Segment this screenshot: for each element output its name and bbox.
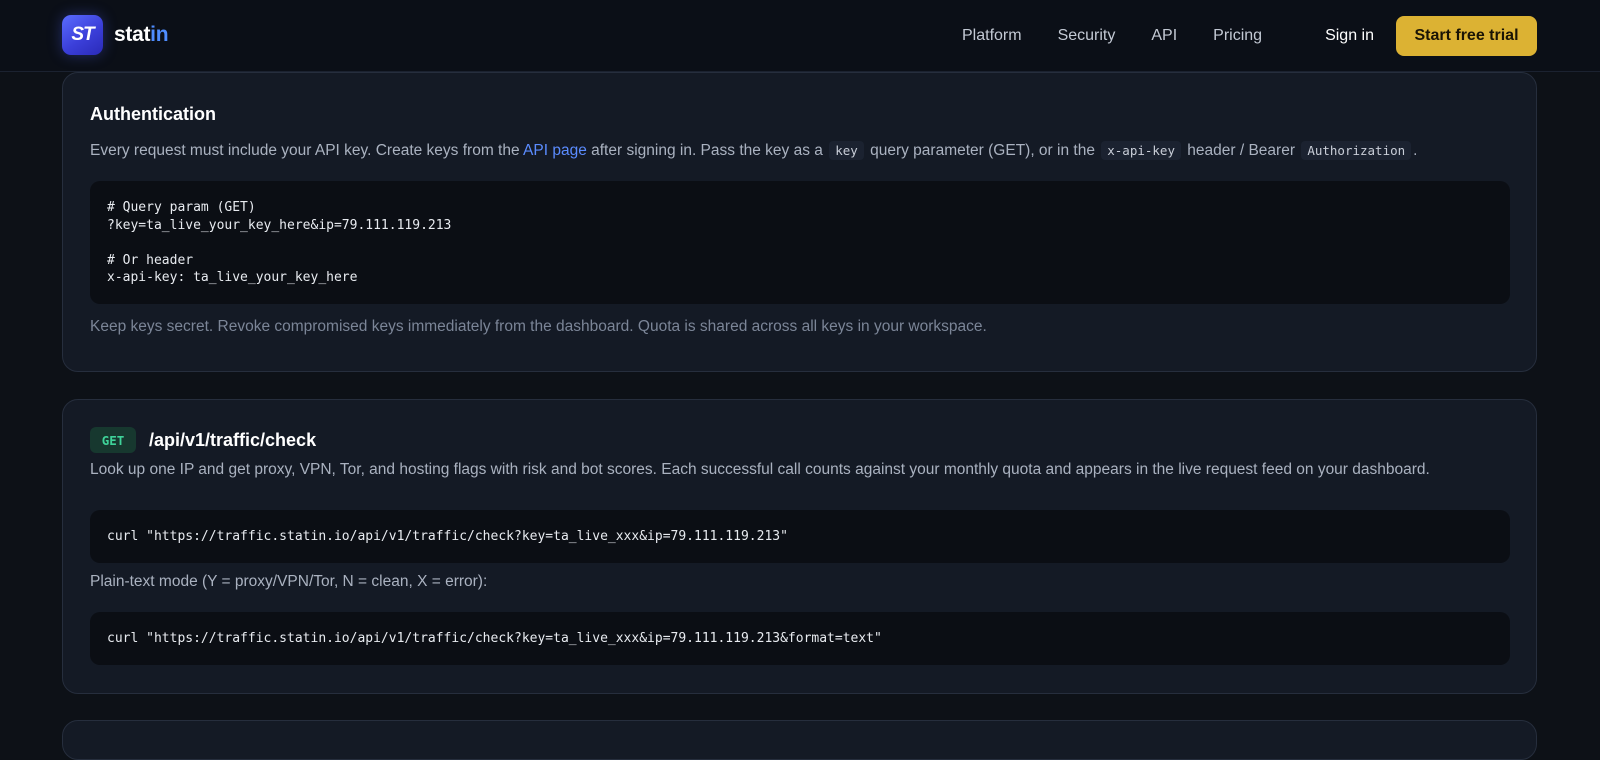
start-free-trial-button[interactable]: Start free trial [1396, 16, 1537, 56]
auth-intro-text-1: Every request must include your API key.… [90, 142, 524, 159]
auth-security-note: Keep keys secret. Revoke compromised key… [90, 318, 987, 335]
brand-name-suffix: in [150, 23, 169, 46]
top-navigation-bar: ST statin Platform Security API Pricing … [0, 0, 1600, 72]
auth-intro-text-2: after signing in. Pass the key as a [586, 142, 828, 159]
x-api-key-code: x-api-key [1101, 141, 1181, 160]
nav-link-security[interactable]: Security [1058, 27, 1116, 45]
curl-example-code-block: curl "https://traffic.statin.io/api/v1/t… [90, 510, 1510, 563]
curl-plain-text-code-block: curl "https://traffic.statin.io/api/v1/t… [90, 612, 1510, 665]
authentication-card: Authentication Every request must includ… [62, 72, 1537, 372]
api-page-link[interactable]: API page [523, 142, 587, 159]
curl-example: curl "https://traffic.statin.io/api/v1/t… [107, 529, 788, 544]
auth-intro-text-5: . [1413, 142, 1418, 159]
brand-logo-link[interactable]: ST statin [62, 15, 169, 55]
endpoint-description: Look up one IP and get proxy, VPN, Tor, … [90, 461, 1430, 478]
key-param-code: key [829, 141, 864, 160]
endpoint-path: /api/v1/traffic/check [149, 429, 317, 450]
http-method-badge: GET [90, 427, 136, 453]
endpoint-header: GET /api/v1/traffic/check [90, 427, 316, 453]
curl-plain-text-example: curl "https://traffic.statin.io/api/v1/t… [107, 631, 882, 646]
auth-intro-text-4: header / Bearer [1182, 142, 1300, 159]
authentication-intro: Every request must include your API key.… [90, 141, 1509, 160]
traffic-check-endpoint-card: GET /api/v1/traffic/check Look up one IP… [62, 399, 1537, 694]
auth-intro-text-3: query parameter (GET), or in the [865, 142, 1100, 159]
statin-logo-icon: ST [62, 15, 103, 55]
code-line: ?key=ta_live_your_key_here&ip=79.111.119… [107, 217, 452, 233]
code-line: # Query param (GET) [107, 200, 256, 215]
brand-name-prefix: stat [114, 23, 151, 46]
next-endpoint-card [62, 720, 1537, 760]
authorization-code: Authorization [1301, 141, 1412, 160]
nav-link-pricing[interactable]: Pricing [1213, 27, 1262, 45]
code-line: # Or header [107, 252, 194, 268]
main-nav: Platform Security API Pricing Sign in St… [962, 0, 1600, 72]
sign-in-link[interactable]: Sign in [1325, 27, 1374, 45]
auth-code-block: # Query param (GET) ?key=ta_live_your_key… [90, 181, 1510, 304]
authentication-title: Authentication [90, 104, 216, 124]
nav-link-api[interactable]: API [1151, 27, 1177, 45]
code-line: x-api-key: ta_live_your_key_here [107, 270, 358, 285]
plain-text-mode-label: Plain-text mode (Y = proxy/VPN/Tor, N = … [90, 573, 488, 590]
brand-name: statin [114, 23, 169, 47]
nav-link-platform[interactable]: Platform [962, 27, 1022, 45]
